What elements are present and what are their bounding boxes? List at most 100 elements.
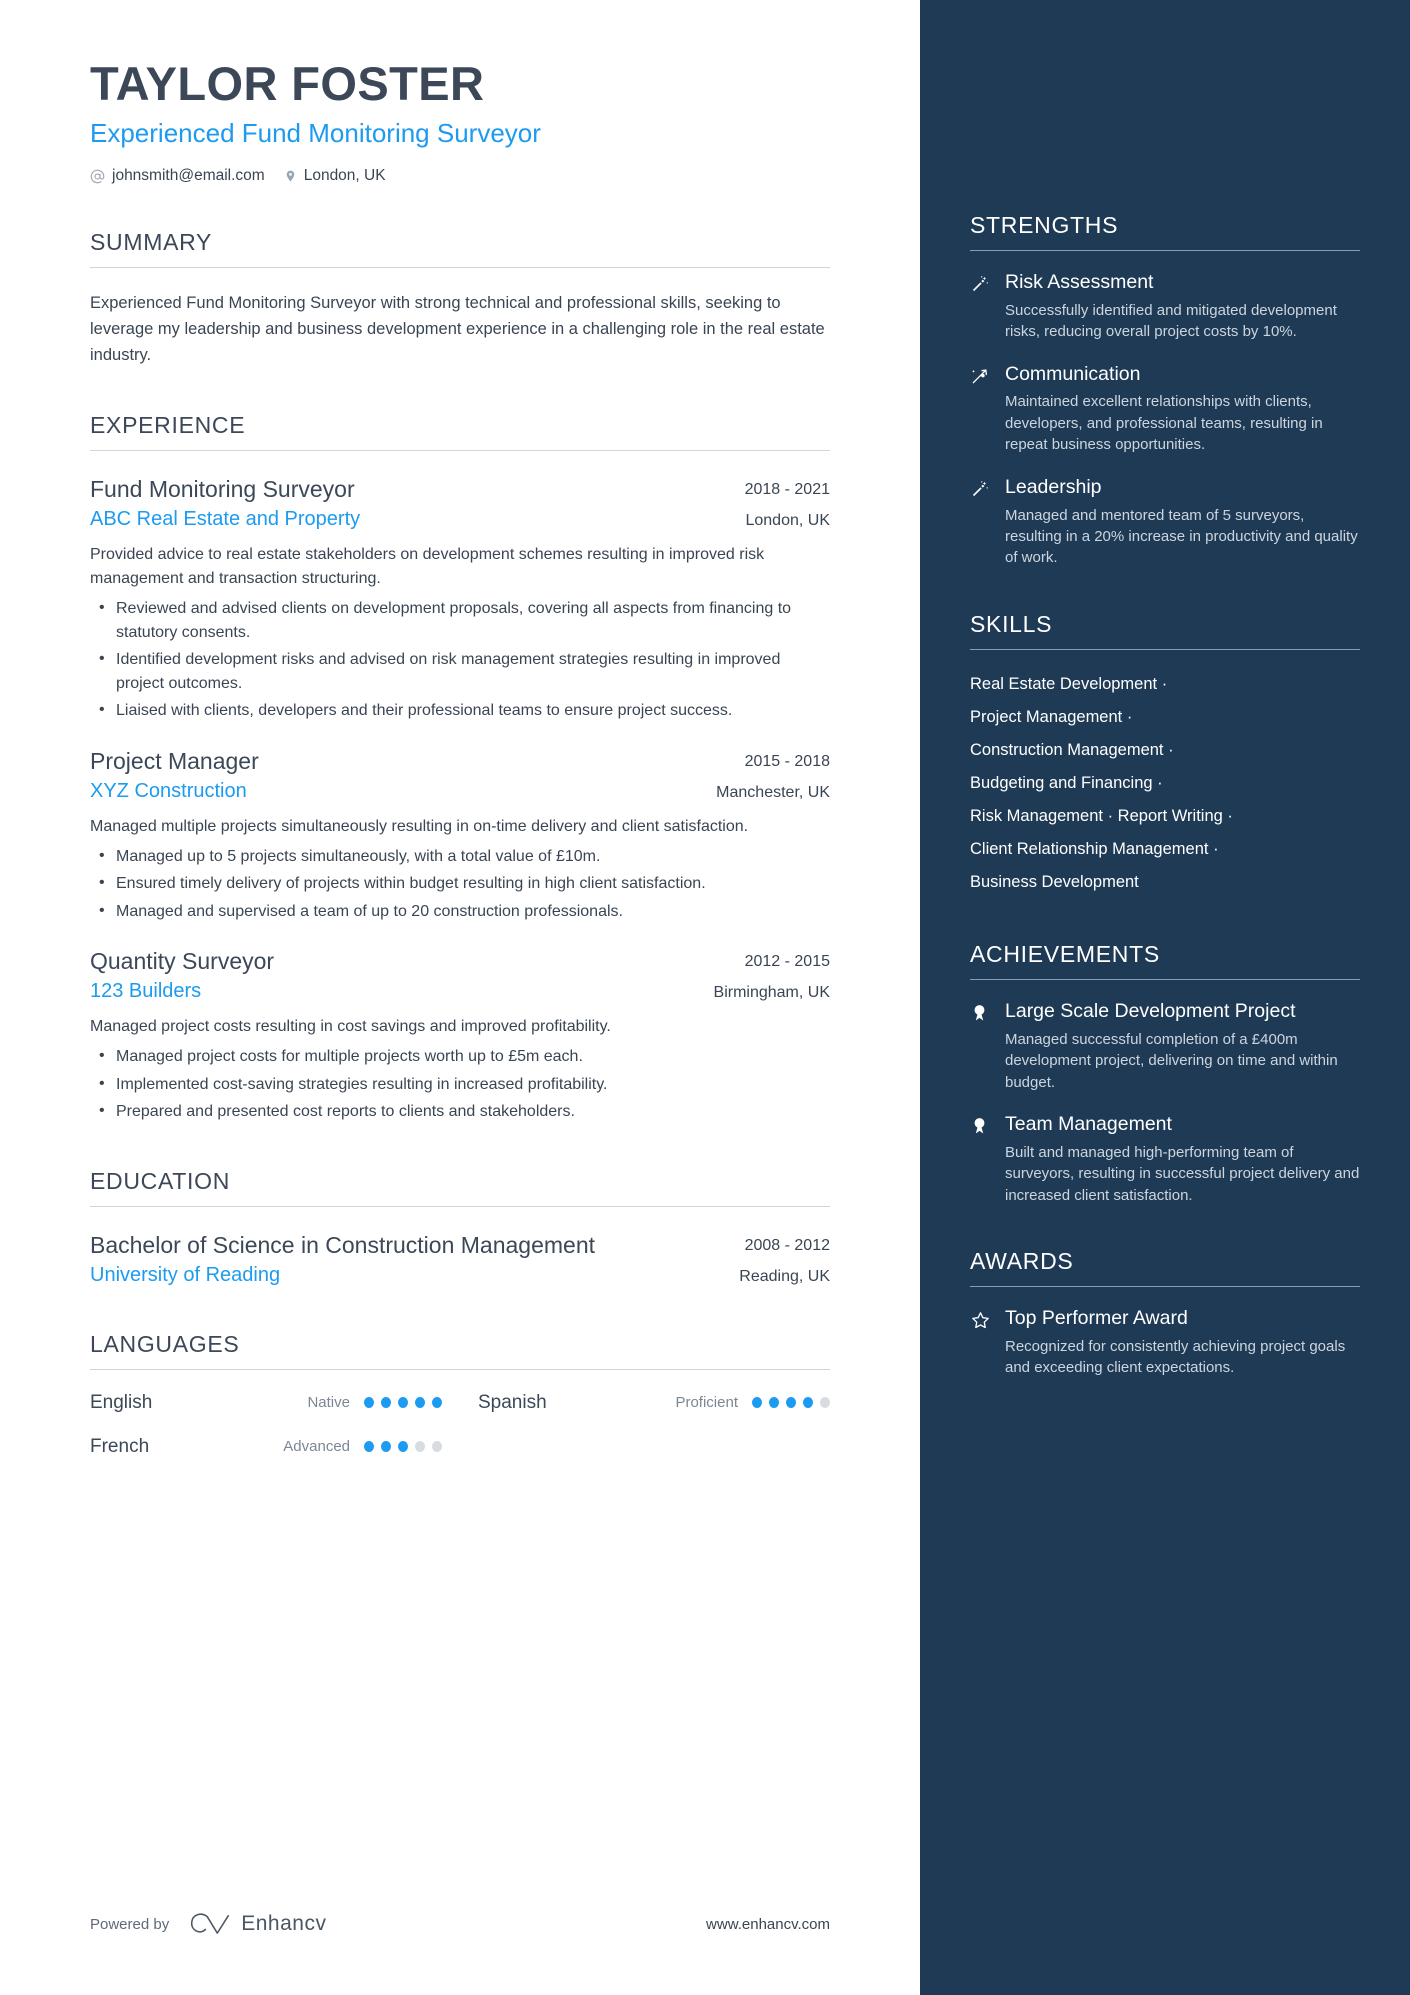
strengths-entry: Risk Assessment Successfully identified … <box>970 271 1360 343</box>
skill-separator: · <box>1227 806 1233 825</box>
experience-entry: Quantity Surveyor 2012 - 2015 123 Builde… <box>90 947 830 1123</box>
experience-entry-subheader: XYZ Construction Manchester, UK <box>90 780 830 803</box>
achievements-title: Large Scale Development Project <box>1005 999 1296 1022</box>
awards-description: Recognized for consistently achieving pr… <box>1005 1337 1346 1377</box>
skill-item: Business Development <box>970 872 1139 891</box>
skill-line: Risk Management · Report Writing · <box>970 800 1360 833</box>
skill-separator: · <box>1126 707 1133 726</box>
achievements-description: Managed successful completion of a £400m… <box>1005 1030 1338 1091</box>
achievements-list: Large Scale Development Project Managed … <box>970 1000 1360 1206</box>
job-date: 2015 - 2018 <box>744 752 830 770</box>
contact-email[interactable]: johnsmith@email.com <box>90 167 265 185</box>
footer: Powered by Enhancv www.enhancv.com <box>90 1911 830 1937</box>
section-experience: EXPERIENCE Fund Monitoring Surveyor 2018… <box>90 412 830 1123</box>
job-company[interactable]: 123 Builders <box>90 980 694 1003</box>
proficiency-dot <box>752 1397 762 1409</box>
proficiency-dot <box>432 1397 442 1409</box>
experience-entry-subheader: ABC Real Estate and Property London, UK <box>90 508 830 531</box>
education-entry-header: Bachelor of Science in Construction Mana… <box>90 1231 830 1261</box>
website-text: www.enhancv.com <box>706 1915 830 1933</box>
map-pin-icon <box>284 168 297 184</box>
strengths-title: Communication <box>1005 362 1141 385</box>
skill-line: Project Management · <box>970 701 1360 734</box>
email-text: johnsmith@email.com <box>112 167 265 185</box>
degree-date: 2008 - 2012 <box>744 1236 830 1254</box>
section-languages: LANGUAGES English Native Spanish Profici… <box>90 1331 830 1458</box>
proficiency-dot <box>432 1441 442 1453</box>
proficiency-dot <box>398 1397 408 1409</box>
section-education: EDUCATION Bachelor of Science in Constru… <box>90 1168 830 1287</box>
proficiency-dot <box>820 1397 830 1409</box>
job-location: London, UK <box>745 512 830 530</box>
section-skills: SKILLS Real Estate Development · Project … <box>970 611 1360 899</box>
achievements-heading: ACHIEVEMENTS <box>970 940 1160 967</box>
proficiency-dot <box>769 1397 779 1409</box>
divider <box>90 1368 830 1370</box>
summary-heading: SUMMARY <box>90 229 213 256</box>
experience-entry-header: Quantity Surveyor 2012 - 2015 <box>90 947 830 977</box>
language-name: French <box>90 1435 150 1457</box>
skill-separator: · <box>1161 674 1168 693</box>
language-proficiency-dots <box>364 1441 442 1453</box>
divider <box>90 267 830 269</box>
school-name[interactable]: University of Reading <box>90 1264 719 1287</box>
language-name: English <box>90 1391 153 1413</box>
job-role: Project Manager <box>90 747 259 774</box>
strengths-entry: Communication Maintained excellent relat… <box>970 363 1360 456</box>
experience-entry-header: Fund Monitoring Surveyor 2018 - 2021 <box>90 475 830 505</box>
job-description: Managed project costs resulting in cost … <box>90 1018 611 1036</box>
experience-heading: EXPERIENCE <box>90 412 246 439</box>
strengths-description: Successfully identified and mitigated de… <box>1005 301 1337 341</box>
skill-item: Project Management <box>970 707 1123 726</box>
education-entry: Bachelor of Science in Construction Mana… <box>90 1231 830 1287</box>
job-location: Manchester, UK <box>716 783 830 801</box>
divider <box>90 450 830 452</box>
skill-separator: · <box>1157 773 1163 792</box>
language-item: Spanish Proficient <box>478 1392 830 1414</box>
section-achievements: ACHIEVEMENTS Large Scale Development Pro… <box>970 941 1360 1206</box>
award-medal-icon <box>970 1000 992 1028</box>
experience-bullet: Ensured timely delivery of projects with… <box>90 871 830 896</box>
school-location: Reading, UK <box>739 1267 830 1285</box>
awards-entry: Top Performer Award Recognized for consi… <box>970 1307 1360 1379</box>
proficiency-dot <box>381 1397 391 1409</box>
brand-name: Enhancv <box>241 1912 327 1935</box>
language-item: English Native <box>90 1392 442 1414</box>
skill-separator: · <box>1213 839 1219 858</box>
skill-line: Real Estate Development · <box>970 668 1360 701</box>
experience-bullet: Managed project costs for multiple proje… <box>90 1044 830 1069</box>
experience-entry-header: Project Manager 2015 - 2018 <box>90 747 830 777</box>
summary-text: Experienced Fund Monitoring Surveyor wit… <box>90 294 825 365</box>
job-location: Birmingham, UK <box>713 984 830 1002</box>
strengths-list: Risk Assessment Successfully identified … <box>970 271 1360 569</box>
proficiency-dot <box>381 1441 391 1453</box>
languages-heading: LANGUAGES <box>90 1330 240 1357</box>
divider <box>970 978 1360 980</box>
award-medal-icon <box>970 1113 992 1141</box>
at-sign-icon <box>90 169 105 184</box>
experience-bullet: Identified development risks and advised… <box>90 647 830 695</box>
education-list: Bachelor of Science in Construction Mana… <box>90 1231 830 1287</box>
resume-header: TAYLOR FOSTER Experienced Fund Monitorin… <box>90 57 830 185</box>
awards-heading: AWARDS <box>970 1248 1074 1275</box>
skill-line: Construction Management · <box>970 734 1360 767</box>
job-role: Fund Monitoring Surveyor <box>90 476 355 503</box>
section-strengths: STRENGTHS Risk Assessment Successfully i… <box>970 212 1360 569</box>
experience-bullet: Managed up to 5 projects simultaneously,… <box>90 844 830 869</box>
section-summary: SUMMARY Experienced Fund Monitoring Surv… <box>90 229 830 368</box>
job-company[interactable]: ABC Real Estate and Property <box>90 508 725 531</box>
brand-block: Enhancv <box>189 1911 326 1937</box>
awards-title: Top Performer Award <box>1005 1307 1188 1330</box>
strengths-title: Leadership <box>1005 475 1102 498</box>
language-level: Advanced <box>283 1438 350 1456</box>
skills-heading: SKILLS <box>970 610 1053 637</box>
job-title: Experienced Fund Monitoring Surveyor <box>90 117 541 148</box>
main-column: TAYLOR FOSTER Experienced Fund Monitorin… <box>0 0 920 1995</box>
strengths-entry: Leadership Managed and mentored team of … <box>970 476 1360 569</box>
divider <box>970 648 1360 650</box>
job-company[interactable]: XYZ Construction <box>90 780 696 803</box>
skill-line: Business Development <box>970 866 1360 899</box>
shooting-star-icon <box>970 363 992 391</box>
degree-title: Bachelor of Science in Construction Mana… <box>90 1231 596 1258</box>
contact-location: London, UK <box>284 167 386 185</box>
